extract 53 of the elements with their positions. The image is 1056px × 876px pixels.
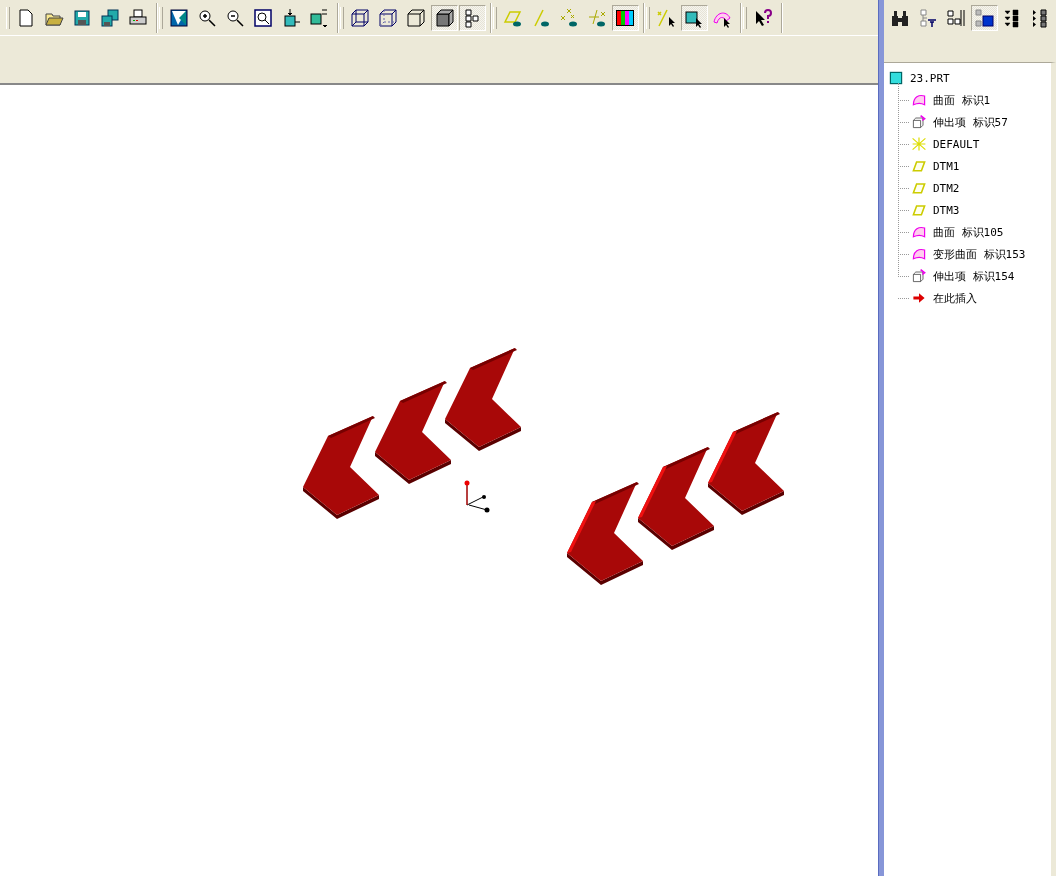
- cursor-line-icon: [656, 7, 676, 28]
- tree-item[interactable]: 伸出项 标识57: [933, 114, 1008, 130]
- tree-item[interactable]: DTM1: [933, 159, 960, 173]
- dashed-cube-icon: [378, 7, 398, 28]
- expand-icon: [1030, 8, 1050, 28]
- printer-icon: [128, 7, 148, 28]
- zoom-in-icon: [197, 7, 217, 28]
- square-cube-icon: [406, 7, 426, 28]
- wireframe-cube-icon: [350, 7, 370, 28]
- tree-filter-icon: [918, 8, 938, 28]
- tree-root-label[interactable]: 23.PRT: [910, 71, 950, 85]
- tree-columns-icon: [946, 8, 966, 28]
- triangle-screen-icon: [169, 7, 189, 28]
- collapse-icon: [1002, 8, 1022, 28]
- toolbar-button[interactable]: [970, 5, 998, 31]
- zoom-window-icon: [253, 7, 273, 28]
- new-file-icon: [16, 7, 36, 28]
- tree-item[interactable]: 在此插入: [933, 290, 977, 306]
- tree-icon: [462, 7, 482, 28]
- tree-item[interactable]: 变形曲面 标识153: [933, 246, 1026, 262]
- surface-icon: [911, 92, 927, 108]
- tree-item[interactable]: 曲面 标识1: [933, 92, 991, 108]
- tree-item[interactable]: 曲面 标识105: [933, 224, 1004, 240]
- shaded-cube-icon: [434, 7, 454, 28]
- toolbar-button[interactable]: [458, 4, 486, 31]
- coordinate-axes-icon: [464, 480, 490, 513]
- datum-plane-icon: [911, 180, 927, 196]
- coordinate-system-icon: [911, 136, 927, 152]
- help-cursor-icon: [753, 7, 773, 28]
- surface-icon: [911, 246, 927, 262]
- tree-item[interactable]: DTM3: [933, 203, 960, 217]
- tree-panel-icon: [974, 8, 994, 28]
- toolbar-button[interactable]: [680, 4, 708, 31]
- extruded-block-icon: [911, 268, 927, 284]
- line-eye-icon: [531, 7, 551, 28]
- toolbar-button[interactable]: [430, 4, 458, 31]
- axes-eye-icon: [587, 7, 607, 28]
- datum-plane-icon: [911, 202, 927, 218]
- points-eye-icon: [559, 7, 579, 28]
- color-bars-icon: [615, 7, 635, 28]
- tree-item[interactable]: DTM2: [933, 181, 960, 195]
- binoculars-icon: [890, 8, 910, 28]
- cube-text-icon: [309, 7, 329, 28]
- extruded-block-icon: [911, 114, 927, 130]
- surface-icon: [911, 224, 927, 240]
- toolbar-button[interactable]: [611, 4, 639, 31]
- tree-item[interactable]: 伸出项 标识154: [933, 268, 1015, 284]
- datum-plane-icon: [911, 158, 927, 174]
- tree-item[interactable]: DEFAULT: [933, 137, 980, 151]
- floppy-disks-icon: [100, 7, 120, 28]
- cube-arrows-icon: [281, 7, 301, 28]
- part-cube-icon: [888, 70, 904, 86]
- zoom-out-icon: [225, 7, 245, 28]
